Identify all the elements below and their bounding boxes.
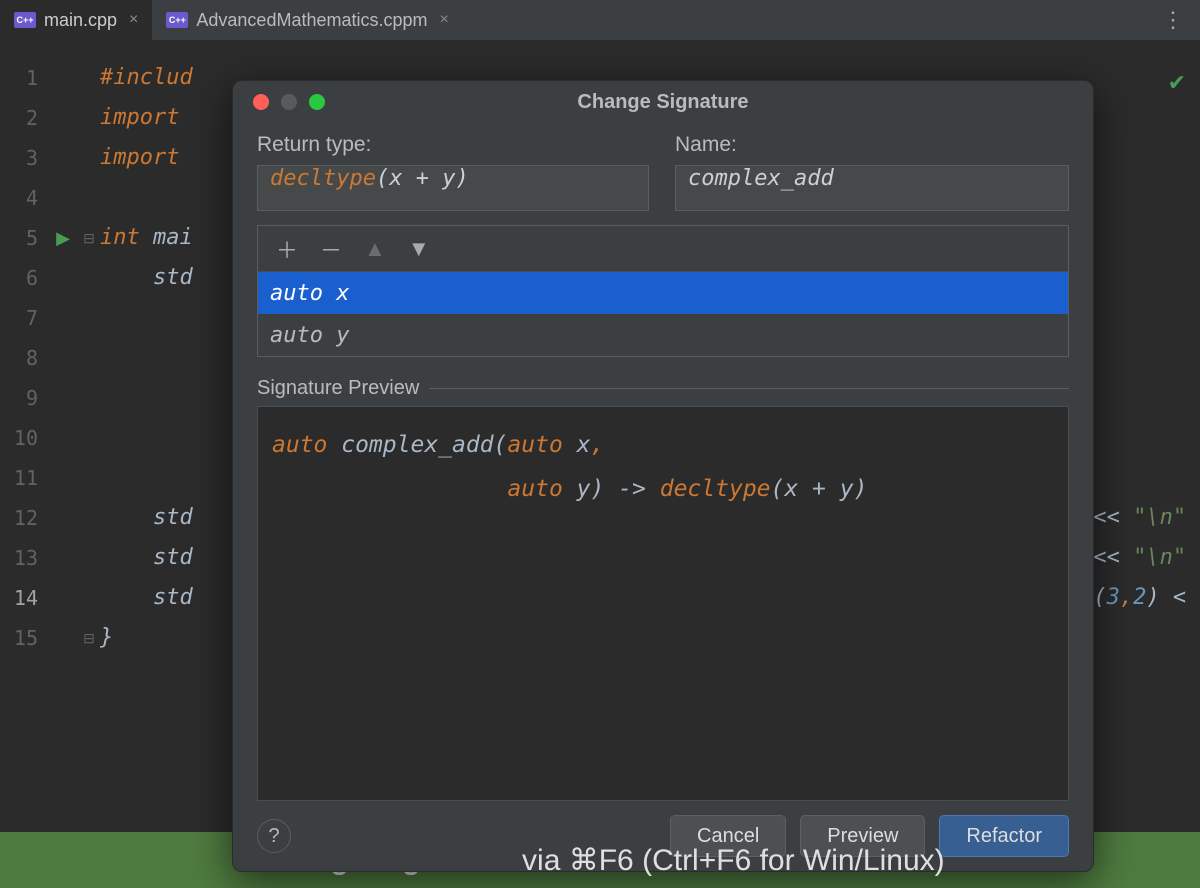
- add-param-icon[interactable]: ＋: [276, 233, 298, 265]
- move-down-icon[interactable]: ▼: [408, 236, 430, 262]
- signature-preview: auto complex_add(auto x, auto y) -> decl…: [257, 406, 1069, 801]
- cpp-file-icon: C++: [14, 12, 36, 28]
- tab-label: main.cpp: [44, 10, 117, 31]
- preview-label: Signature Preview: [257, 377, 1069, 400]
- tab-bar: C++ main.cpp × C++ AdvancedMathematics.c…: [0, 0, 1200, 40]
- move-up-icon: ▲: [364, 236, 386, 262]
- tab-advanced-math[interactable]: C++ AdvancedMathematics.cppm ×: [152, 0, 462, 40]
- editor: 1 2 3 4 5 6 7 8 9 10 11 12 13 14 15 ▶ ⊟ …: [0, 40, 1200, 832]
- return-type-label: Return type:: [257, 133, 649, 157]
- close-icon[interactable]: ×: [125, 11, 138, 29]
- inspection-ok-icon[interactable]: ✔: [1168, 70, 1186, 96]
- parameter-list: ＋ － ▲ ▼ auto x auto y: [257, 225, 1069, 357]
- line-number-gutter: 1 2 3 4 5 6 7 8 9 10 11 12 13 14 15: [0, 40, 48, 832]
- fold-icon[interactable]: ⊟: [78, 618, 100, 658]
- param-item[interactable]: auto y: [258, 314, 1068, 356]
- window-minimize-icon: [281, 94, 297, 110]
- tab-label: AdvancedMathematics.cppm: [196, 10, 427, 31]
- name-label: Name:: [675, 133, 1069, 157]
- refactor-button[interactable]: Refactor: [939, 815, 1069, 857]
- param-item[interactable]: auto x: [258, 272, 1068, 314]
- dialog-title: Change Signature: [233, 91, 1093, 114]
- return-type-input[interactable]: decltype(x + y): [257, 165, 649, 211]
- close-icon[interactable]: ×: [436, 11, 449, 29]
- name-input[interactable]: complex_add: [675, 165, 1069, 211]
- run-gutter: ▶: [48, 40, 78, 832]
- more-icon[interactable]: ⋮: [1148, 7, 1200, 33]
- change-signature-dialog: Change Signature Return type: decltype(x…: [232, 80, 1094, 872]
- dialog-titlebar[interactable]: Change Signature: [233, 81, 1093, 123]
- help-button[interactable]: ?: [257, 819, 291, 853]
- caption-text: via ⌘F6 (Ctrl+F6 for Win/Linux): [522, 843, 945, 878]
- run-icon[interactable]: ▶: [48, 218, 78, 258]
- window-zoom-icon[interactable]: [309, 94, 325, 110]
- cpp-file-icon: C++: [166, 12, 188, 28]
- fold-icon[interactable]: ⊟: [78, 218, 100, 258]
- window-close-icon[interactable]: [253, 94, 269, 110]
- fold-gutter: ⊟ ⊟: [78, 40, 100, 832]
- tab-main-cpp[interactable]: C++ main.cpp ×: [0, 0, 152, 40]
- remove-param-icon[interactable]: －: [320, 233, 342, 265]
